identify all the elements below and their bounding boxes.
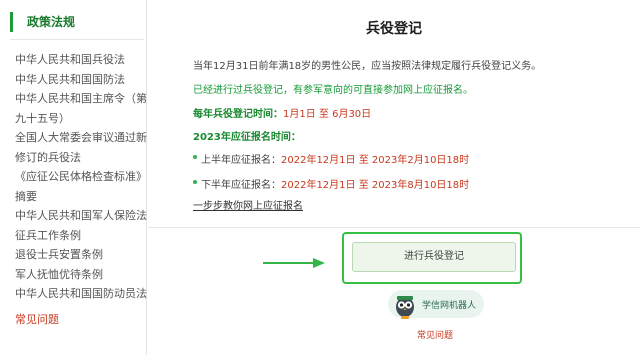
registration-time-row: 每年兵役登记时间：1月1日 至 6月30日 bbox=[193, 105, 371, 120]
sidebar-heading: 政策法规 bbox=[10, 12, 75, 32]
sidebar-item-veteran-placement[interactable]: 退役士兵安置条例 bbox=[15, 245, 145, 265]
sidebar-item-pension-regulations[interactable]: 军人抚恤优待条例 bbox=[15, 265, 145, 285]
sidebar-divider bbox=[10, 39, 144, 40]
sidebar-item-physical-exam-standard-cont[interactable]: 摘要 bbox=[15, 187, 145, 207]
guide-link[interactable]: 一步步教你网上应征报名 bbox=[193, 197, 303, 212]
register-button[interactable]: 进行兵役登记 bbox=[352, 242, 516, 272]
arrow-right-icon bbox=[263, 258, 325, 268]
faq-link[interactable]: 常见问题 bbox=[417, 328, 453, 341]
bullet-icon bbox=[193, 180, 197, 184]
bullet-icon bbox=[193, 155, 197, 159]
first-half-row: 上半年应征报名：2022年12月1日 至 2023年2月10日18时 bbox=[201, 151, 469, 166]
intro-text: 当年12月31日前年满18岁的男性公民，应当按照法律规定履行兵役登记义务。 bbox=[193, 61, 542, 72]
first-half-label: 上半年应征报名： bbox=[201, 155, 281, 166]
first-half-value: 2022年12月1日 至 2023年2月10日18时 bbox=[281, 155, 470, 166]
sidebar-list: 中华人民共和国兵役法 中华人民共和国国防法 中华人民共和国主席令（第 九十五号）… bbox=[15, 50, 147, 304]
registration-time-label: 每年兵役登记时间： bbox=[193, 109, 283, 120]
registration-time-value: 1月1日 至 6月30日 bbox=[283, 109, 372, 120]
sidebar-item-conscription-regulations[interactable]: 征兵工作条例 bbox=[15, 226, 145, 246]
sidebar-item-mobilization-law[interactable]: 中华人民共和国国防动员法 bbox=[15, 284, 147, 304]
page-title: 兵役登记 bbox=[366, 21, 422, 37]
sidebar-item-national-defense-law[interactable]: 中华人民共和国国防法 bbox=[15, 70, 145, 90]
robot-label: 学信网机器人 bbox=[422, 301, 477, 311]
sidebar-item-presidential-order-cont[interactable]: 九十五号） bbox=[15, 109, 145, 129]
sidebar-item-physical-exam-standard[interactable]: 《应征公民体格检查标准》 bbox=[15, 167, 147, 187]
second-half-value: 2022年12月1日 至 2023年8月10日18时 bbox=[281, 180, 470, 191]
policy-sidebar: 政策法规 中华人民共和国兵役法 中华人民共和国国防法 中华人民共和国主席令（第 … bbox=[0, 0, 147, 355]
sidebar-item-npc-revision-cont[interactable]: 修订的兵役法 bbox=[15, 148, 145, 168]
sidebar-faq-link[interactable]: 常见问题 bbox=[15, 311, 59, 327]
second-half-label: 下半年应征报名： bbox=[201, 180, 281, 191]
note-text: 已经进行过兵役登记，有参军意向的可直接参加网上应征报名。 bbox=[193, 85, 473, 96]
sidebar-item-military-service-law[interactable]: 中华人民共和国兵役法 bbox=[15, 50, 145, 70]
section-divider bbox=[148, 227, 640, 228]
apply-time-heading: 2023年应征报名时间： bbox=[193, 132, 301, 143]
second-half-row: 下半年应征报名：2022年12月1日 至 2023年8月10日18时 bbox=[201, 176, 469, 191]
sidebar-item-military-insurance-law[interactable]: 中华人民共和国军人保险法 bbox=[15, 206, 147, 226]
sidebar-item-npc-revision[interactable]: 全国人大常委会审议通过新 bbox=[15, 128, 147, 148]
robot-owl-icon bbox=[396, 296, 414, 319]
sidebar-item-presidential-order[interactable]: 中华人民共和国主席令（第 bbox=[15, 89, 147, 109]
